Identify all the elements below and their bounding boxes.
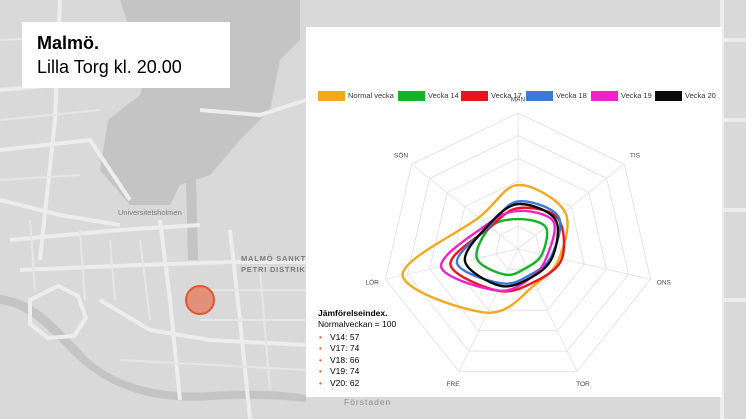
axis-label: TOR: [576, 381, 590, 388]
axis-label: SÖN: [394, 152, 408, 160]
index-item-text: V18: 66: [330, 354, 360, 365]
bullet-icon: •: [319, 367, 322, 377]
location-time-subtitle: Lilla Torg kl. 20.00: [37, 57, 182, 77]
bullet-icon: •: [319, 378, 322, 388]
comparison-index: Jämförelseindex. Normalveckan = 100 • V14…: [318, 308, 468, 389]
index-item-text: V20: 62: [330, 377, 360, 388]
axis-label: ONS: [657, 279, 672, 286]
index-title: Jämförelseindex.: [318, 308, 388, 318]
index-item-text: V19: 74: [330, 366, 360, 377]
index-item-text: V14: 57: [330, 332, 360, 342]
axis-label: TIS: [630, 153, 641, 160]
bullet-icon: •: [319, 355, 322, 365]
index-baseline: Normalveckan = 100: [318, 319, 397, 329]
map-label-universitetsholmen: Universitetsholmen: [118, 208, 182, 217]
map-label-forstaden: Förstaden: [344, 397, 392, 407]
index-list: • V14: 57 • V17: 74 • V18: 66 • V19: 74 • V20…: [318, 332, 468, 389]
index-item: • V20: 62: [318, 378, 468, 389]
index-item: • V19: 74: [318, 366, 468, 377]
city-title: Malmö.: [37, 33, 100, 53]
index-item: • V18: 66: [318, 355, 468, 366]
bullet-icon: •: [319, 333, 322, 342]
map-label-district-line1: MALMÖ SANKT: [241, 254, 307, 263]
index-item: • V17: 74: [318, 343, 468, 354]
grid-spoke: [411, 163, 519, 250]
chart-panel: Normal vecka Vecka 14 Vecka 17 Vecka 18 Veck…: [306, 27, 722, 397]
map-label-district: MALMÖ SANKT PETRI DISTRIK: [241, 253, 306, 275]
title-card: Malmö. Lilla Torg kl. 20.00: [22, 22, 230, 88]
index-item: • V14: 57: [318, 332, 468, 343]
axis-label: LÖR: [365, 278, 379, 286]
location-marker[interactable]: [185, 285, 215, 315]
bullet-icon: •: [319, 344, 322, 354]
index-item-text: V17: 74: [330, 343, 360, 354]
axis-label: MÅN: [511, 94, 526, 103]
canal-water: [186, 180, 198, 260]
map-label-district-line2: PETRI DISTRIK: [241, 265, 306, 274]
series-line: [401, 183, 569, 314]
grid-spoke: [385, 248, 519, 280]
